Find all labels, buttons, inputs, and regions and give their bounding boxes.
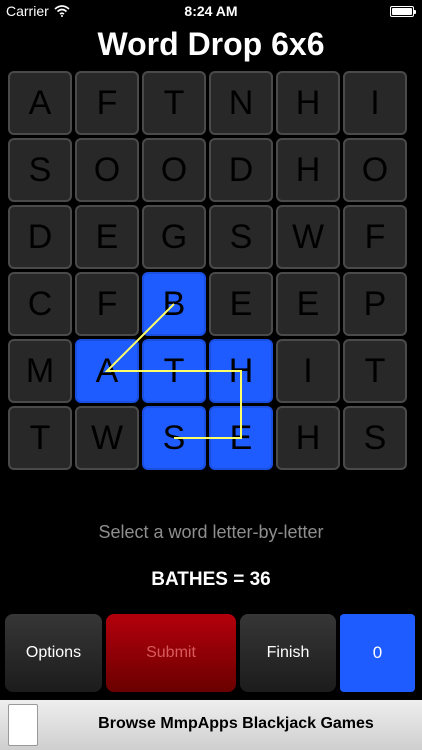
letter-tile[interactable]: T <box>142 71 206 135</box>
letter-tile[interactable]: P <box>343 272 407 336</box>
page-title: Word Drop 6x6 <box>97 26 325 62</box>
letter-tile[interactable]: F <box>75 272 139 336</box>
letter-tile[interactable]: S <box>142 406 206 470</box>
letter-tile[interactable]: D <box>209 138 273 202</box>
letter-tile[interactable]: O <box>75 138 139 202</box>
playing-card-icon <box>8 704 38 746</box>
letter-tile[interactable]: D <box>8 205 72 269</box>
letter-tile[interactable]: N <box>209 71 273 135</box>
letter-tile[interactable]: C <box>8 272 72 336</box>
letter-tile[interactable]: F <box>75 71 139 135</box>
letter-tile[interactable]: M <box>8 339 72 403</box>
letter-tile[interactable]: F <box>343 205 407 269</box>
letter-tile[interactable]: T <box>343 339 407 403</box>
letter-tile[interactable]: O <box>142 138 206 202</box>
ad-text: Browse MmpApps Blackjack Games <box>98 715 374 732</box>
letter-tile[interactable]: H <box>276 138 340 202</box>
letter-tile[interactable]: H <box>276 406 340 470</box>
status-time: 8:24 AM <box>184 3 238 19</box>
options-button[interactable]: Options <box>5 614 102 692</box>
score-display: 0 <box>340 614 415 692</box>
letter-tile[interactable]: H <box>276 71 340 135</box>
letter-tile[interactable]: S <box>209 205 273 269</box>
battery-icon <box>390 6 416 17</box>
status-bar: Carrier 8:24 AM <box>0 0 422 24</box>
letter-tile[interactable]: S <box>8 138 72 202</box>
letter-tile[interactable]: O <box>343 138 407 202</box>
letter-tile[interactable]: A <box>8 71 72 135</box>
letter-board: AFTNHISOODHODEGSWFCFBEEPMATHITTWSEHS <box>8 71 414 470</box>
letter-tile[interactable]: E <box>276 272 340 336</box>
letter-tile[interactable]: S <box>343 406 407 470</box>
letter-tile[interactable]: I <box>276 339 340 403</box>
letter-tile[interactable]: E <box>75 205 139 269</box>
letter-tile[interactable]: I <box>343 71 407 135</box>
letter-tile[interactable]: B <box>142 272 206 336</box>
letter-tile[interactable]: H <box>209 339 273 403</box>
instruction-text: Select a word letter-by-letter <box>98 522 324 542</box>
letter-tile[interactable]: W <box>75 406 139 470</box>
letter-tile[interactable]: G <box>142 205 206 269</box>
current-word-score: BATHES = 36 <box>151 569 271 590</box>
letter-tile[interactable]: A <box>75 339 139 403</box>
letter-tile[interactable]: E <box>209 272 273 336</box>
submit-button[interactable]: Submit <box>106 614 236 692</box>
letter-tile[interactable]: W <box>276 205 340 269</box>
letter-tile[interactable]: E <box>209 406 273 470</box>
finish-button[interactable]: Finish <box>240 614 336 692</box>
ad-banner[interactable]: Browse MmpApps Blackjack Games <box>0 700 422 750</box>
letter-tile[interactable]: T <box>8 406 72 470</box>
letter-tile[interactable]: T <box>142 339 206 403</box>
